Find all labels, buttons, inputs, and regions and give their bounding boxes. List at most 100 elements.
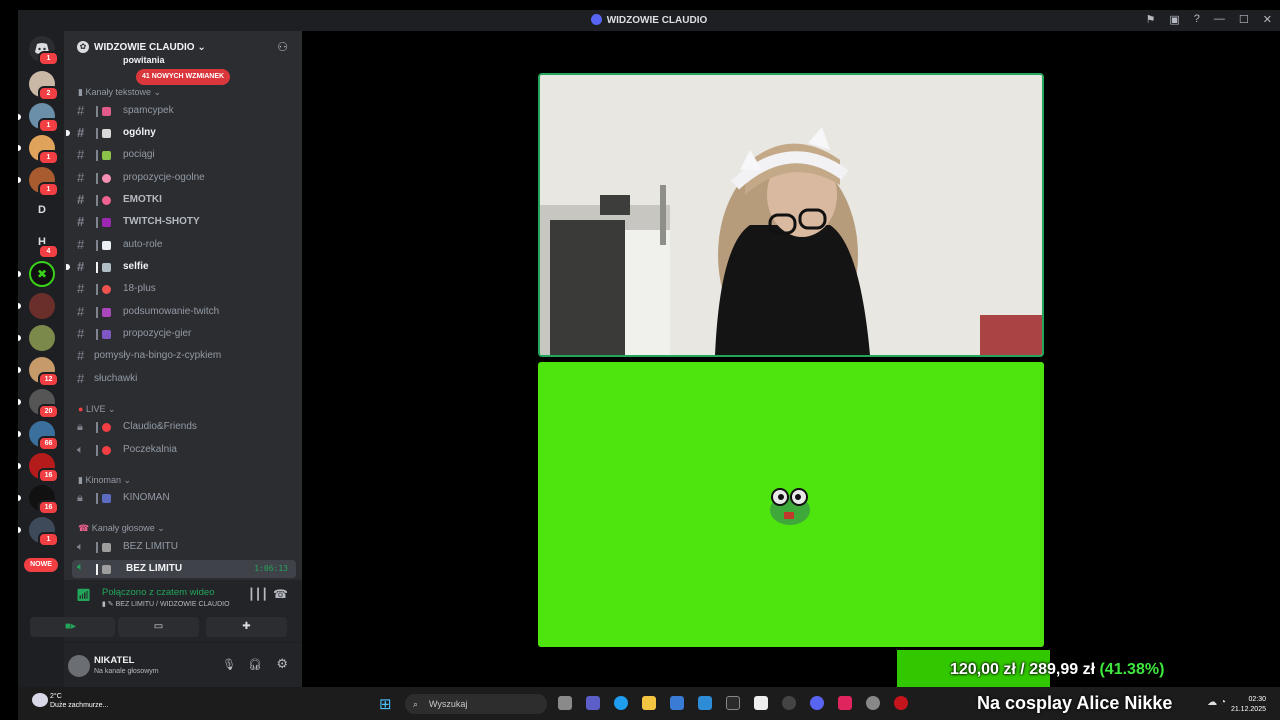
server-icon[interactable]: 16 [29, 485, 59, 515]
voice-location[interactable]: ▮ ✎ BEZ LIMITU / WIDZOWIE CLAUDIO [102, 600, 230, 608]
server-icon[interactable]: 1 [29, 103, 59, 133]
category-text[interactable]: ▮ Kanały tekstowe ⌄ [78, 87, 161, 98]
disconnect-icon[interactable]: ☎ [273, 587, 288, 601]
new-mentions-pill[interactable]: 41 NOWYCH WZMIANEK [136, 69, 231, 85]
settings-taskbar-icon[interactable] [866, 696, 880, 710]
camera-button[interactable]: ■▸ [30, 617, 111, 637]
maximize-icon[interactable]: ☐ [1239, 13, 1249, 26]
channel-item[interactable]: #18-plus [72, 279, 296, 299]
tray-icons[interactable]: ☁ ◔ [1207, 697, 1226, 708]
help-icon[interactable]: ? [1194, 13, 1200, 26]
invite-icon[interactable]: ⚇ [277, 40, 288, 54]
channel-item[interactable]: 🔈︎ Poczekalnia [72, 440, 296, 460]
channel-item[interactable]: # auto-role [72, 235, 296, 255]
discord-taskbar-icon[interactable] [810, 696, 824, 710]
channel-item-clipped[interactable]: powitania [72, 53, 296, 67]
channel-item[interactable]: 🔒︎ KINOMAN [72, 488, 296, 508]
cloud-icon [32, 693, 48, 707]
flag-icon[interactable]: ⚑ [1146, 13, 1156, 26]
hash-icon: # [77, 281, 85, 296]
taskbar-clock[interactable]: 02:30 21.12.2025 [1231, 695, 1266, 715]
screenshare-button[interactable]: ▭ [118, 617, 199, 637]
start-icon[interactable]: ⊞ [379, 695, 392, 713]
divider [96, 217, 98, 228]
channel-item[interactable]: # pociągi [72, 145, 296, 165]
server-icon[interactable]: ✖ [29, 261, 55, 287]
opera-icon[interactable] [894, 696, 908, 710]
weather-widget[interactable]: 2°C Duże zachmurze... [32, 693, 108, 709]
inbox-icon[interactable]: ▣ [1169, 13, 1179, 26]
server-badge: 16 [38, 468, 59, 483]
edge-icon[interactable] [614, 696, 628, 710]
new-servers-pill[interactable]: NOWE [24, 558, 58, 572]
obs-icon[interactable] [782, 696, 796, 710]
activities-button[interactable]: ✚ [206, 617, 287, 637]
noise-suppression-icon[interactable]: ┃┃┃ [248, 588, 268, 601]
channel-label: BEZ LIMITU [126, 563, 183, 574]
task-view-icon[interactable] [558, 696, 572, 710]
channel-label: auto-role [123, 239, 163, 250]
server-icon[interactable] [29, 325, 55, 351]
store-icon[interactable] [670, 696, 684, 710]
webcam-tile[interactable] [538, 73, 1044, 357]
voice-status: Połączono z czatem wideo [102, 587, 215, 598]
teams-icon[interactable] [586, 696, 600, 710]
divider [96, 106, 98, 117]
server-letter-icon[interactable]: D [29, 197, 55, 223]
mic-icon[interactable]: 🎙︎ [222, 658, 236, 671]
server-icon[interactable]: 1 [29, 167, 59, 197]
channel-item[interactable]: 🔒︎ Claudio&Friends [72, 417, 296, 437]
server-icon[interactable]: 1 [29, 135, 59, 165]
channel-item[interactable]: # TWITCH-SHOTY [72, 212, 296, 232]
hash-icon: # [77, 103, 85, 118]
active-voice-channel[interactable]: 🔈︎ BEZ LIMITU 1:06:13 [72, 560, 296, 578]
unread-pill [18, 463, 21, 469]
taskbar-search[interactable]: ⌕ Wyszukaj [405, 694, 547, 714]
channel-item[interactable]: 🔈︎ BEZ LIMITU [72, 537, 296, 557]
server-icon[interactable]: 66 [29, 421, 59, 451]
server-icon[interactable]: 1 [29, 517, 59, 547]
server-badge: 66 [38, 436, 59, 451]
app-icon[interactable] [726, 696, 740, 710]
signal-icon[interactable]: 📶︎ [76, 588, 91, 602]
channel-item[interactable]: # EMOTKI [72, 190, 296, 210]
window-title-wrap: WIDZOWIE CLAUDIO [18, 14, 1280, 26]
discord-home-icon[interactable]: 1 [29, 36, 59, 66]
server-icon[interactable]: 16 [29, 453, 59, 483]
server-icon[interactable] [29, 293, 55, 319]
guild-icon: ✿ [77, 41, 89, 53]
avatar[interactable] [68, 655, 90, 677]
channel-item[interactable]: # propozycje-gier [72, 324, 296, 344]
settings-gear-icon[interactable]: ⚙ [276, 656, 288, 672]
divider [96, 493, 98, 504]
channel-item[interactable]: # ogólny [66, 123, 296, 143]
channel-item[interactable]: # podsumowanie-twitch [72, 302, 296, 322]
channel-item[interactable]: # propozycje-ogolne [72, 168, 296, 188]
server-letter-icon[interactable]: H4 [29, 229, 59, 259]
greenscreen-tile[interactable] [538, 362, 1044, 647]
headphones-icon[interactable]: 🎧︎ [248, 658, 262, 671]
divider [96, 128, 98, 139]
channel-emoji-icon [102, 196, 111, 205]
app-icon[interactable] [754, 696, 768, 710]
hash-icon: # [77, 147, 85, 162]
hash-icon: # [77, 214, 85, 229]
file-explorer-icon[interactable] [642, 696, 656, 710]
lock-icon: 🔒︎ [77, 492, 83, 504]
category-voice[interactable]: ☎ Kanały głosowe ⌄ [78, 523, 165, 534]
app-icon[interactable] [838, 696, 852, 710]
server-icon[interactable]: 12 [29, 357, 59, 387]
channel-label: EMOTKI [123, 194, 162, 205]
mail-icon[interactable] [698, 696, 712, 710]
server-icon[interactable]: 2 [29, 71, 59, 101]
category-live[interactable]: ● LIVE ⌄ [78, 404, 116, 415]
channel-item[interactable]: # słuchawki [72, 369, 296, 389]
server-icon[interactable]: 20 [29, 389, 59, 419]
channel-item[interactable]: # selfie [66, 257, 296, 277]
category-label: LIVE [85, 404, 106, 414]
minimize-icon[interactable]: — [1214, 13, 1225, 26]
category-kinoman[interactable]: ▮ Kinoman ⌄ [78, 475, 131, 486]
channel-item[interactable]: # pomysły-na-bingo-z-cypkiem [72, 346, 296, 366]
channel-item[interactable]: # spamcypek [72, 101, 296, 121]
close-icon[interactable]: ✕ [1263, 13, 1272, 26]
